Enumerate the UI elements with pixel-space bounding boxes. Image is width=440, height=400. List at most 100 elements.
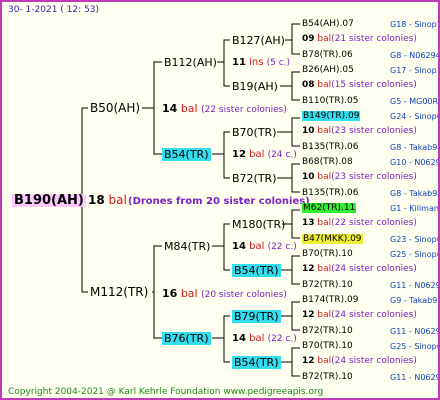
gen4-count: 12 xyxy=(302,264,315,275)
gen4-bal: bal xyxy=(317,218,332,229)
gen2-queen-m84[interactable]: M84(TR) xyxy=(164,240,210,253)
gen2-b54-sisters: (24 c.) xyxy=(267,150,297,160)
gen4-row: 12 bal(24 sister colonies) xyxy=(302,263,417,276)
gen4-row: 10 bal(23 sister colonies) xyxy=(302,125,417,138)
pedigree-chart: 30- 1-2021 ( 12: 53) B190(AH) 18 bal (Dr… xyxy=(0,0,440,400)
gen3-queen-b54[interactable]: B54(TR) xyxy=(232,264,281,277)
gen3-queen-b79[interactable]: B79(TR) xyxy=(232,310,281,323)
gen4-row: B174(TR).09G9 - Takab93aR xyxy=(302,294,438,305)
timestamp-header: 30- 1-2021 ( 12: 53) xyxy=(8,5,99,15)
gen3-queen-b54b[interactable]: B54(TR) xyxy=(232,356,281,369)
gen2-b112-stats: 11 ins (5 c.) xyxy=(232,56,290,70)
gen4-row: B135(TR).06G8 - Takab93aR xyxy=(302,187,438,198)
gen3-queen-b72[interactable]: B72(TR) xyxy=(232,172,277,185)
gen1-m112-count: 16 xyxy=(162,287,178,300)
gen2-m84-sisters: (22 c.) xyxy=(267,242,297,252)
gen4-bal: bal xyxy=(317,310,332,321)
gen1-b50-count: 14 xyxy=(162,102,178,115)
gen1-m112-bal: bal xyxy=(180,287,198,300)
root-count: 18 xyxy=(88,193,105,207)
queen-root[interactable]: B190(AH) xyxy=(12,194,86,207)
gen1-b50-bal: bal xyxy=(180,102,198,115)
gen4-row: M62(TR).11G1 - KilimandQ xyxy=(302,202,439,213)
gen4-row: B72(TR).10G11 - N06294R xyxy=(302,279,440,290)
gen4-queen-name[interactable]: B72(TR).10 xyxy=(302,326,353,336)
gen4-row: B47(MKK).09G23 - Sinop62R xyxy=(302,233,438,244)
gen2-b112-sisters: (5 c.) xyxy=(266,58,291,68)
gen4-count: 12 xyxy=(302,356,315,367)
gen4-queen-name[interactable]: B135(TR).06 xyxy=(302,188,358,198)
gen4-count: 13 xyxy=(302,218,315,229)
gen4-row: B70(TR).10G25 - Sinop62R xyxy=(302,340,438,351)
gen2-queen-b54[interactable]: B54(TR) xyxy=(162,148,211,161)
gen3-queen-b70[interactable]: B70(TR) xyxy=(232,126,277,139)
gen2-b112-bal: ins xyxy=(249,57,264,68)
gen4-count: 12 xyxy=(302,310,315,321)
gen4-queen-name[interactable]: B72(TR).10 xyxy=(302,372,353,382)
gen4-count: 08 xyxy=(302,80,315,91)
gen4-sisters: (24 sister colonies) xyxy=(331,356,417,367)
gen4-count: 10 xyxy=(302,172,315,183)
gen2-b76-bal: bal xyxy=(249,333,265,344)
gen2-b76-sisters: (22 c.) xyxy=(267,334,297,344)
gen4-row: B78(TR).06G8 - N06294R xyxy=(302,49,438,60)
gen4-bal: bal xyxy=(317,34,332,45)
gen4-queen-name[interactable]: B135(TR).06 xyxy=(302,142,358,152)
gen4-bal: bal xyxy=(317,264,332,275)
gen4-row: B72(TR).10G11 - N06294R xyxy=(302,371,440,382)
gen4-bal: bal xyxy=(317,172,332,183)
gen1-m112-sisters: (20 sister colonies) xyxy=(201,290,287,300)
gen4-queen-name[interactable]: B70(TR).10 xyxy=(302,341,353,351)
gen4-count: 10 xyxy=(302,126,315,137)
gen4-queen-name[interactable]: B78(TR).06 xyxy=(302,50,353,60)
gen4-row: 12 bal(24 sister colonies) xyxy=(302,355,417,368)
gen4-row: B72(TR).10G11 - N06294R xyxy=(302,325,440,336)
gen4-sisters: (21 sister colonies) xyxy=(331,34,417,45)
gen4-queen-name[interactable]: B110(TR).05 xyxy=(302,96,358,106)
gen2-b54-stats: 12 bal (24 c.) xyxy=(232,148,297,162)
gen4-row: 13 bal(22 sister colonies) xyxy=(302,217,417,230)
gen4-sisters: (24 sister colonies) xyxy=(331,264,417,275)
gen4-bal: bal xyxy=(317,126,332,137)
gen3-queen-m180[interactable]: M180(TR) xyxy=(232,218,285,231)
gen1-b50-sisters: (22 sister colonies) xyxy=(201,105,287,115)
gen1-queen-b50[interactable]: B50(AH) xyxy=(90,102,140,115)
gen4-sisters: (23 sister colonies) xyxy=(331,172,417,183)
gen4-row: B149(TR).09G24 - Sinop62R xyxy=(302,110,438,121)
root-count-row: 18 bal xyxy=(88,194,127,207)
gen1-m112-stats: 16 bal (20 sister colonies) xyxy=(162,287,287,302)
gen4-queen-name[interactable]: B47(MKK).09 xyxy=(302,233,363,244)
gen4-bal: bal xyxy=(317,80,332,91)
gen2-m84-count: 14 xyxy=(232,241,246,252)
gen2-b76-count: 14 xyxy=(232,333,246,344)
gen2-queen-b112[interactable]: B112(AH) xyxy=(164,56,217,69)
gen2-b54-bal: bal xyxy=(249,149,265,160)
gen4-count: 09 xyxy=(302,34,315,45)
gen4-queen-name[interactable]: B72(TR).10 xyxy=(302,280,353,290)
gen4-queen-name[interactable]: B174(TR).09 xyxy=(302,295,358,305)
gen2-m84-stats: 14 bal (22 c.) xyxy=(232,240,297,254)
gen4-queen-name[interactable]: B26(AH).05 xyxy=(302,65,354,75)
gen4-row: B26(AH).05G17 - Sinop72R xyxy=(302,64,438,75)
gen2-queen-b76[interactable]: B76(TR) xyxy=(162,332,211,345)
gen4-row: 10 bal(23 sister colonies) xyxy=(302,171,417,184)
gen4-row: B70(TR).10G25 - Sinop62R xyxy=(302,248,438,259)
gen4-queen-name[interactable]: B70(TR).10 xyxy=(302,249,353,259)
gen1-b50-stats: 14 bal (22 sister colonies) xyxy=(162,102,287,117)
gen4-row: 08 bal(15 sister colonies) xyxy=(302,79,417,92)
gen3-queen-b127[interactable]: B127(AH) xyxy=(232,34,285,47)
gen2-b76-stats: 14 bal (22 c.) xyxy=(232,332,297,346)
gen4-row: B54(AH).07G18 - Sinop72R xyxy=(302,19,438,29)
gen4-sisters: (15 sister colonies) xyxy=(331,80,417,91)
root-bal: bal xyxy=(108,193,127,207)
gen4-sisters: (22 sister colonies) xyxy=(331,218,417,229)
gen4-queen-name[interactable]: M62(TR).11 xyxy=(302,202,357,213)
gen2-b112-count: 11 xyxy=(232,57,246,68)
gen4-queen-name[interactable]: B149(TR).09 xyxy=(302,110,361,121)
gen3-queen-b19[interactable]: B19(AH) xyxy=(232,80,278,93)
gen4-queen-name[interactable]: B54(AH).07 xyxy=(302,19,354,29)
gen4-row: B135(TR).06G8 - Takab93aR xyxy=(302,141,438,152)
gen1-queen-m112[interactable]: M112(TR) xyxy=(90,286,148,299)
gen4-sisters: (23 sister colonies) xyxy=(331,126,417,137)
gen4-queen-name[interactable]: B68(TR).08 xyxy=(302,157,353,167)
